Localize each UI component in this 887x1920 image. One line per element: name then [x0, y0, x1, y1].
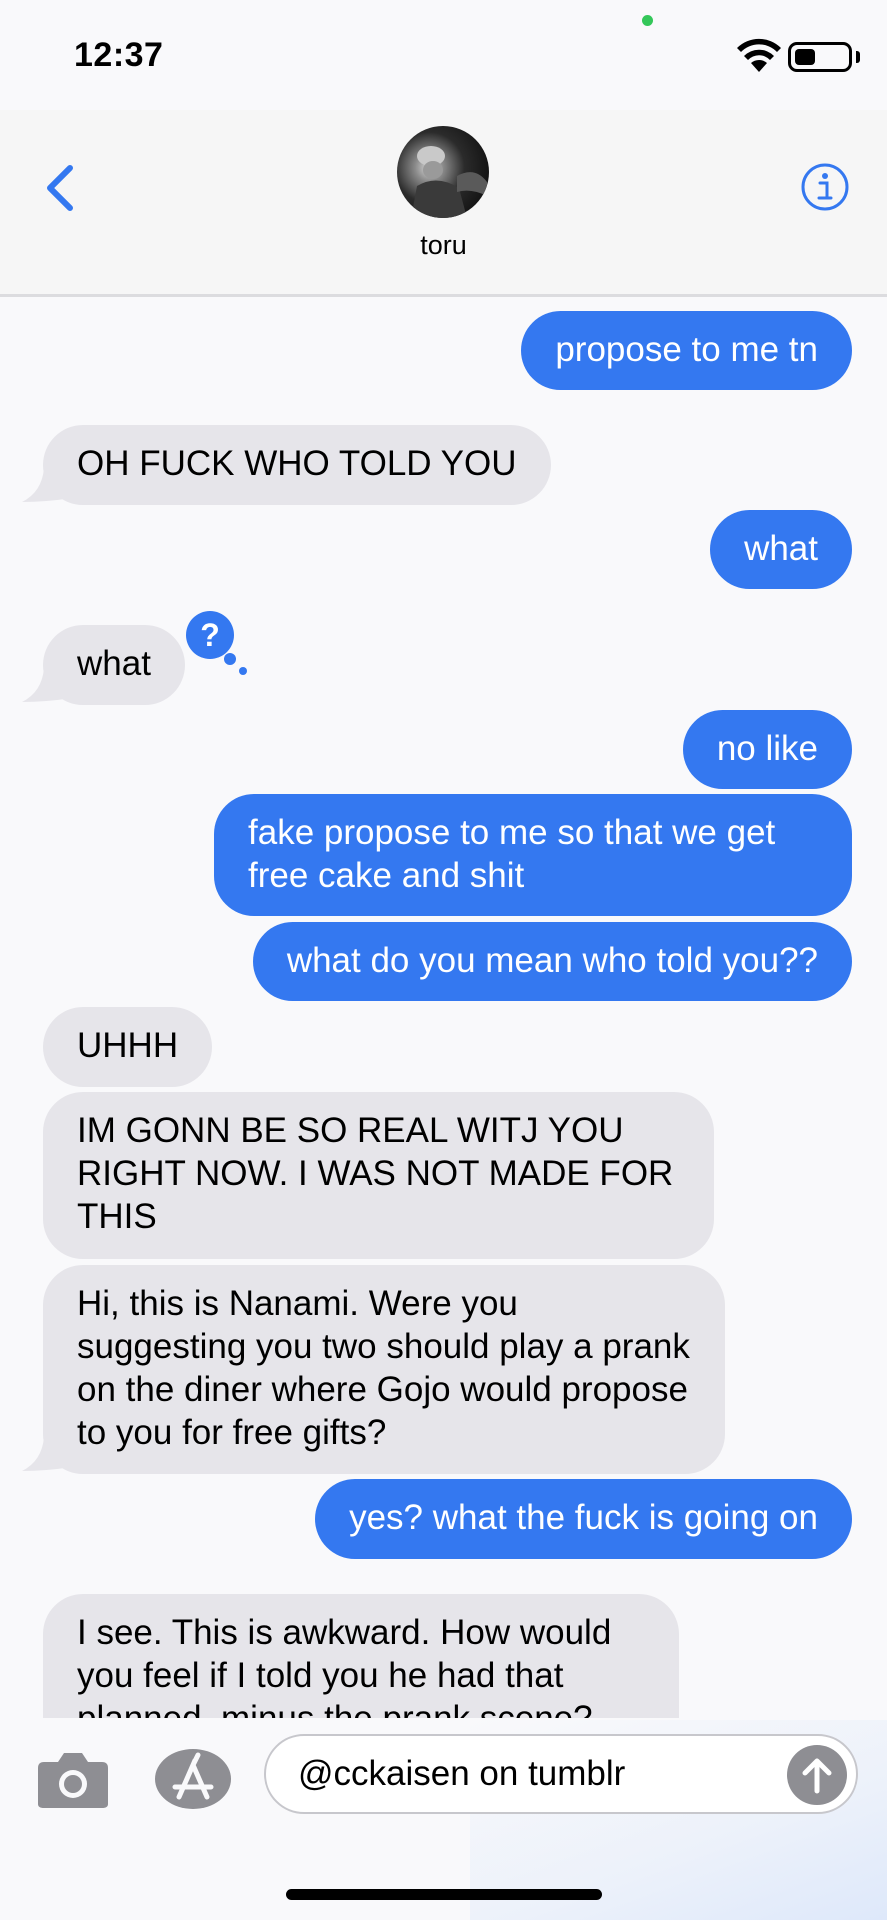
status-bar: 12:37: [0, 0, 887, 110]
home-indicator[interactable]: [286, 1889, 602, 1900]
message-bubble-outgoing[interactable]: what do you mean who told you??: [252, 922, 852, 1001]
bubble-tail: [22, 468, 72, 502]
message-bubble-incoming[interactable]: OH FUCK WHO TOLD YOU: [43, 425, 551, 505]
chevron-left-icon[interactable]: [40, 160, 84, 216]
message-bubble-outgoing[interactable]: propose to me tn: [521, 311, 852, 390]
camera-indicator-dot: [642, 15, 653, 26]
message-bubble-incoming[interactable]: IM GONN BE SO REAL WITJ YOU RIGHT NOW. I…: [43, 1092, 714, 1259]
message-input-text[interactable]: @cckaisen on tumblr: [298, 1752, 625, 1795]
message-bubble-outgoing[interactable]: fake propose to me so that we get free c…: [214, 794, 852, 916]
question-reaction-icon[interactable]: ?: [178, 605, 248, 675]
battery-icon: [788, 42, 852, 72]
bubble-tail: [22, 668, 72, 702]
reaction-label: ?: [200, 617, 220, 653]
camera-icon[interactable]: [36, 1750, 110, 1810]
battery-tip: [856, 51, 860, 63]
contact-avatar[interactable]: [397, 126, 489, 218]
avatar-photo: [411, 146, 487, 218]
send-arrow-icon: [802, 1758, 832, 1794]
message-bubble-outgoing[interactable]: no like: [682, 710, 852, 789]
message-bubble-incoming[interactable]: Hi, this is Nanami. Were you suggesting …: [43, 1265, 725, 1474]
app-store-icon[interactable]: [153, 1747, 233, 1811]
message-bubble-outgoing[interactable]: yes? what the fuck is going on: [315, 1479, 852, 1559]
bubble-tail: [22, 1437, 72, 1471]
message-bubble-incoming[interactable]: UHHH: [43, 1007, 213, 1087]
info-icon[interactable]: [800, 162, 850, 212]
header-divider: [0, 294, 887, 297]
wifi-icon: [737, 38, 781, 72]
battery-level: [795, 49, 815, 65]
message-bubble-outgoing[interactable]: what: [710, 510, 852, 589]
send-button[interactable]: [787, 1745, 847, 1805]
contact-name[interactable]: toru: [0, 230, 887, 261]
status-time: 12:37: [74, 36, 164, 74]
